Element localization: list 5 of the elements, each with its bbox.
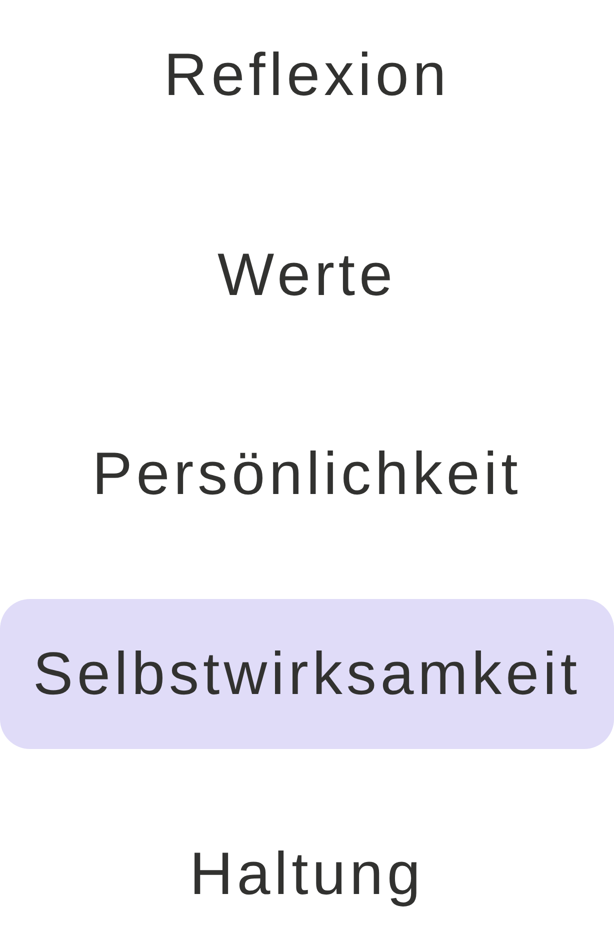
menu-item[interactable]: Haltung [0, 799, 614, 949]
menu-item[interactable]: Reflexion [0, 0, 614, 150]
menu-item[interactable]: Persönlichkeit [0, 400, 614, 550]
menu-item[interactable]: Selbstwirksamkeit [0, 599, 614, 750]
menu-item[interactable]: Werte [0, 200, 614, 350]
